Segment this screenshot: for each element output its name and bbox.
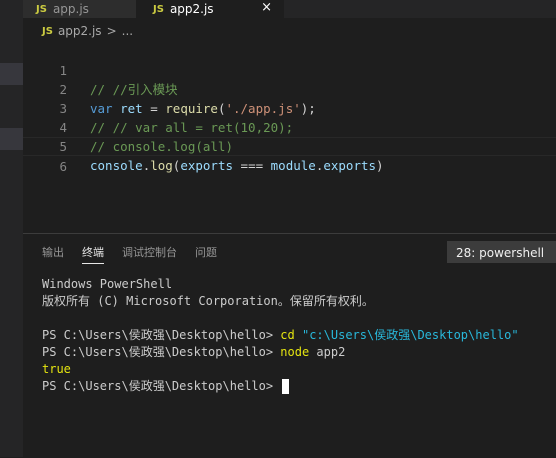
terminal-prompt-line: PS C:\Users\侯政强\Desktop\hello> <box>42 378 519 395</box>
terminal-line: PS C:\Users\侯政强\Desktop\hello> node app2 <box>42 345 346 359</box>
sidebar-strip <box>0 0 23 457</box>
js-file-icon: JS <box>36 3 47 15</box>
terminal-line: PS C:\Users\侯政强\Desktop\hello> cd "c:\Us… <box>42 328 519 342</box>
code-line: 3 // // var all = ret(10,20); <box>23 80 556 135</box>
tab-output[interactable]: 输出 <box>42 244 64 264</box>
terminal-output[interactable]: Windows PowerShell 版权所有 (C) Microsoft Co… <box>42 276 519 395</box>
terminal-line: 版权所有 (C) Microsoft Corporation。保留所有权利。 <box>42 294 374 308</box>
code-line: 5 console.log(exports === module.exports… <box>23 118 556 173</box>
tab-terminal[interactable]: 终端 <box>82 244 104 264</box>
terminal-line: true <box>42 362 71 376</box>
tab-debug-console[interactable]: 调试控制台 <box>122 244 177 264</box>
code-text: console.log(exports === module.exports) <box>90 158 384 173</box>
code-line: 2 var ret = require('./app.js'); <box>23 61 556 116</box>
sidebar-selected-item[interactable] <box>0 63 23 85</box>
line-number: 6 <box>59 159 67 174</box>
bottom-panel: 输出 终端 调试控制台 问题 28: powershell Windows Po… <box>23 233 556 458</box>
code-editor[interactable]: 1 // //引入模块 2 var ret = require('./app.j… <box>23 42 556 232</box>
terminal-select[interactable]: 28: powershell <box>447 241 556 263</box>
js-file-icon: JS <box>42 25 53 37</box>
editor-tab-bar: JS app.js JS app2.js × <box>23 0 556 18</box>
tab-label: app.js <box>52 2 89 16</box>
close-icon[interactable]: × <box>261 0 272 15</box>
code-line: 1 // //引入模块 <box>23 42 556 97</box>
breadcrumb: JS app2.js > ... <box>23 22 133 40</box>
breadcrumb-file[interactable]: app2.js <box>58 24 102 38</box>
terminal-cursor <box>282 379 290 394</box>
tab-problems[interactable]: 问题 <box>195 244 217 264</box>
terminal-line: Windows PowerShell <box>42 277 173 291</box>
js-file-icon: JS <box>153 3 164 15</box>
tab-app2-js[interactable]: JS app2.js × <box>136 0 284 18</box>
tab-app-js[interactable]: JS app.js <box>23 0 136 18</box>
current-code-line: 6 <box>23 137 556 174</box>
breadcrumb-symbol[interactable]: ... <box>122 24 133 38</box>
chevron-right-icon: > <box>106 24 117 38</box>
panel-tabs: 输出 终端 调试控制台 问题 <box>42 244 235 264</box>
tab-label: app2.js <box>169 2 214 16</box>
sidebar-item[interactable] <box>0 128 23 150</box>
code-line: 4 // console.log(all) <box>23 99 556 154</box>
